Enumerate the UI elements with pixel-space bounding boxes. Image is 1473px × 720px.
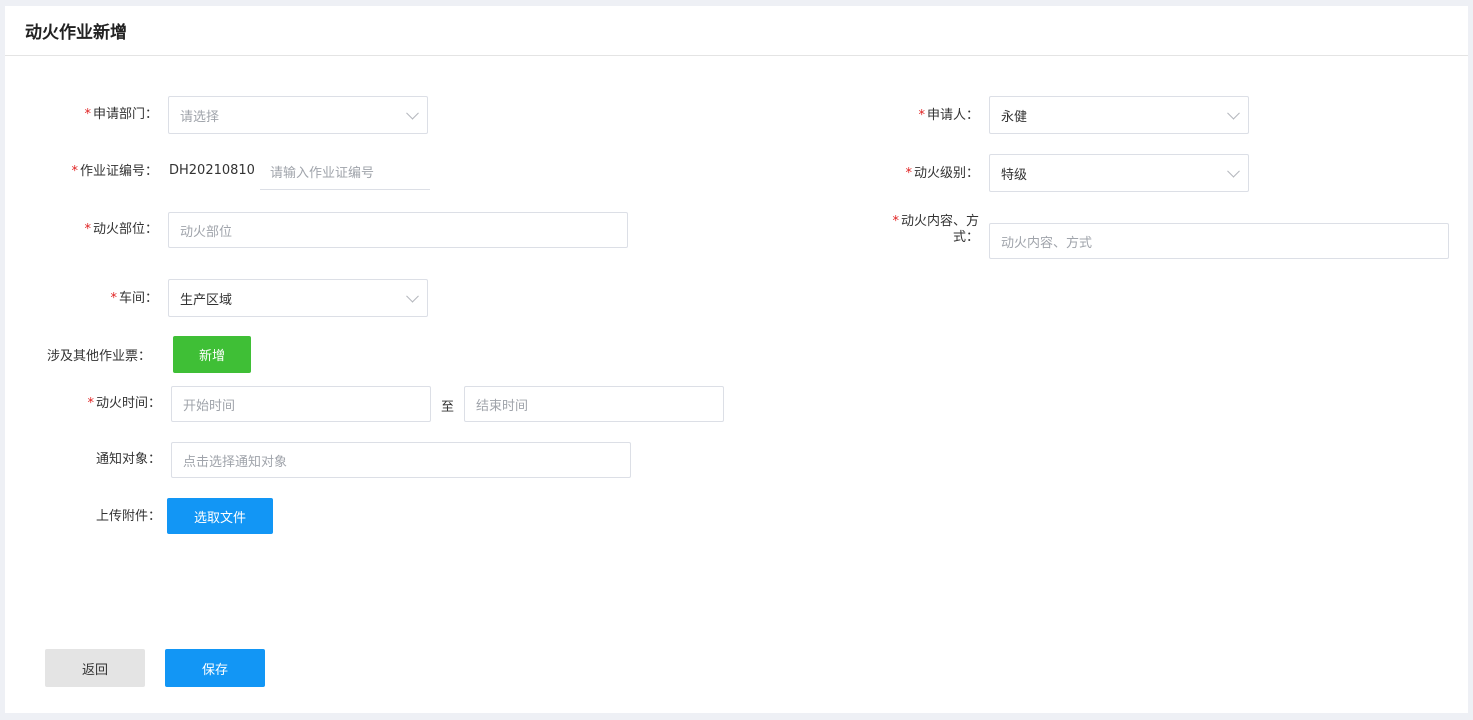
workshop-select[interactable]: 生产区域 (168, 279, 428, 317)
end-time-placeholder: 结束时间 (476, 398, 529, 414)
applicant-select-value: 永健 (1001, 109, 1028, 125)
select-file-button[interactable]: 选取文件 (167, 498, 273, 534)
applicant-select[interactable]: 永健 (989, 96, 1249, 134)
required-mark: * (892, 214, 899, 229)
applicant-label: * 申请人： (918, 108, 979, 123)
end-time-input[interactable]: 结束时间 (464, 386, 724, 422)
chevron-down-icon (1227, 106, 1240, 120)
location-input-placeholder: 动火部位 (180, 224, 233, 240)
content-label: * 动火内容、方 式： (892, 214, 979, 245)
attachment-label: 上传附件： (95, 509, 161, 524)
chevron-down-icon (406, 289, 419, 303)
form-panel: 动火作业新增 * 申请部门： 请选择 * 申请人： 永健 * 作业证编号： DH202… (5, 6, 1468, 713)
required-mark: * (84, 222, 91, 237)
level-label: * 动火级别： (905, 166, 979, 181)
cert-number-placeholder: 请输入作业证编号 (270, 166, 375, 181)
level-select-value: 特级 (1001, 167, 1028, 183)
cert-number-input[interactable]: 请输入作业证编号 (260, 154, 430, 190)
start-time-input[interactable]: 开始时间 (171, 386, 431, 422)
save-button[interactable]: 保存 (165, 649, 265, 687)
required-mark: * (71, 164, 78, 179)
page-title: 动火作业新增 (25, 23, 127, 43)
content-input-placeholder: 动火内容、方式 (1001, 235, 1093, 251)
required-mark: * (87, 396, 94, 411)
required-mark: * (84, 107, 91, 122)
required-mark: * (918, 108, 925, 123)
cert-prefix: DH20210810 (169, 163, 255, 178)
level-select[interactable]: 特级 (989, 154, 1249, 192)
chevron-down-icon (406, 106, 419, 120)
content-input[interactable]: 动火内容、方式 (989, 223, 1449, 259)
dept-label: * 申请部门： (84, 107, 158, 122)
workshop-select-value: 生产区域 (180, 292, 233, 308)
add-ticket-button[interactable]: 新增 (173, 336, 251, 373)
other-tickets-label: 涉及其他作业票： (47, 349, 152, 364)
notify-input[interactable]: 点击选择通知对象 (171, 442, 631, 478)
required-mark: * (905, 166, 912, 181)
notify-label: 通知对象： (95, 452, 161, 467)
chevron-down-icon (1227, 164, 1240, 178)
location-input[interactable]: 动火部位 (168, 212, 628, 248)
dept-select[interactable]: 请选择 (168, 96, 428, 134)
cert-label: * 作业证编号： (71, 164, 158, 179)
page-header: 动火作业新增 (5, 6, 1468, 56)
dept-select-placeholder: 请选择 (180, 109, 220, 125)
workshop-label: * 车间： (110, 291, 158, 306)
start-time-placeholder: 开始时间 (183, 398, 236, 414)
time-label: * 动火时间： (87, 396, 161, 411)
required-mark: * (110, 291, 117, 306)
notify-input-placeholder: 点击选择通知对象 (183, 454, 288, 470)
time-separator: 至 (441, 400, 455, 415)
back-button[interactable]: 返回 (45, 649, 145, 687)
location-label: * 动火部位： (84, 222, 158, 237)
